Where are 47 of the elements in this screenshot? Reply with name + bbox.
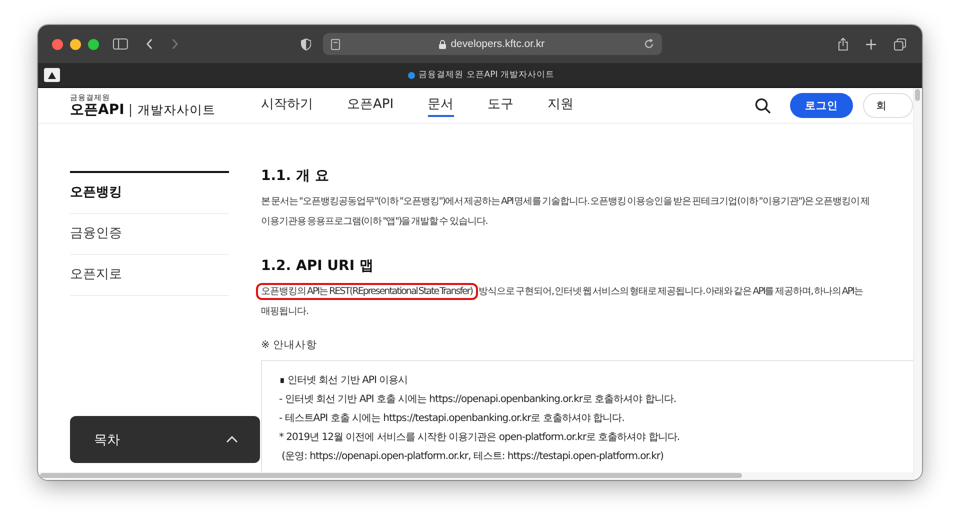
sidebar-item[interactable]: 오픈뱅킹 [70, 173, 229, 214]
horizontal-scrollbar[interactable] [38, 472, 913, 480]
toc-button[interactable]: 목차 [70, 416, 260, 463]
nav-link[interactable]: 문서 [428, 94, 454, 116]
notice-text: (운영: https://openapi.open-platform.or.kr, 테스트: https://testapi.open-platform.or.kr) [280, 450, 664, 464]
shield-icon[interactable] [300, 38, 311, 50]
share-icon[interactable] [838, 37, 848, 51]
brand-logo[interactable]: 오픈API [70, 104, 132, 116]
pinned-tab[interactable] [44, 68, 60, 82]
section-heading: 1.2. API URI 맵 [261, 257, 374, 275]
tabs-icon[interactable] [894, 38, 906, 50]
nav-link[interactable]: 시작하기 [261, 94, 313, 116]
notice-text: - 인터넷 회선 기반 API 호출 시에는 https://openapi.openbanking.or.kr로 호출하셔야 합니다. [279, 393, 678, 407]
lock-icon [438, 40, 446, 48]
body-text: 매핑됩니다. [261, 306, 308, 317]
highlighted-text: 오픈뱅킹의 API는 REST(REpresentational State Transfer) [256, 283, 478, 300]
chevron-up-icon [226, 436, 238, 443]
plus-icon[interactable] [866, 38, 876, 50]
signup-button[interactable]: 회 [863, 93, 913, 118]
zoom-button[interactable] [88, 38, 99, 50]
sidebar-item[interactable]: 오픈지로 [70, 255, 229, 296]
minimize-button[interactable] [70, 38, 81, 50]
notice-text: ∎ 인터넷 회선 기반 API 이용시 [279, 374, 409, 388]
notice-heading: ※ 안내사항 [261, 338, 318, 353]
brand-subtitle: 개발자사이트 [136, 102, 216, 118]
url-text: developers.kftc.or.kr [450, 38, 545, 50]
vertical-scrollbar[interactable] [913, 88, 922, 480]
triangle-icon [48, 72, 56, 78]
body-text: 방식으로 구현되어, 인터넷 웹 서비스의 형태로 제공됩니다. 아래와 같은 API를 제공하며, 하나의 API는 [478, 286, 863, 297]
login-button[interactable]: 로그인 [790, 93, 853, 118]
close-button[interactable] [52, 38, 63, 50]
notice-text: - 테스트API 호출 시에는 https://testapi.openbanking.or.kr로 호출하셔야 합니다. [279, 412, 626, 426]
search-icon[interactable] [755, 98, 771, 114]
forward-icon[interactable] [171, 38, 179, 50]
nav-link[interactable]: 도구 [488, 94, 514, 116]
sidebar-icon[interactable] [113, 38, 128, 50]
notice-text: * 2019년 12월 이전에 서비스를 시작한 이용기관은 open-platform.or.kr로 호출하셔야 합니다. [279, 431, 681, 445]
sidebar-item[interactable]: 금융인증 [70, 214, 229, 255]
nav-link[interactable]: 오픈API [347, 94, 394, 116]
body-text: 이용기관용 응용프로그램(이하 "앱")을 개발할 수 있습니다. [261, 216, 488, 227]
section-heading: 1.1. 개 요 [261, 167, 330, 185]
body-text: 본 문서는 "오픈뱅킹공동업무"(이하 "오픈뱅킹")에서 제공하는 API 명세를 기술합니다. 오픈뱅킹 이용승인을 받은 핀테크기업(이하 "이용기관")은 오픈뱅킹이 제 [261, 196, 870, 207]
address-bar[interactable]: developers.kftc.or.kr [322, 33, 662, 55]
page-icon [330, 38, 340, 50]
back-icon[interactable] [146, 38, 154, 50]
reload-icon[interactable] [644, 39, 654, 49]
nav-link[interactable]: 지원 [548, 94, 574, 116]
